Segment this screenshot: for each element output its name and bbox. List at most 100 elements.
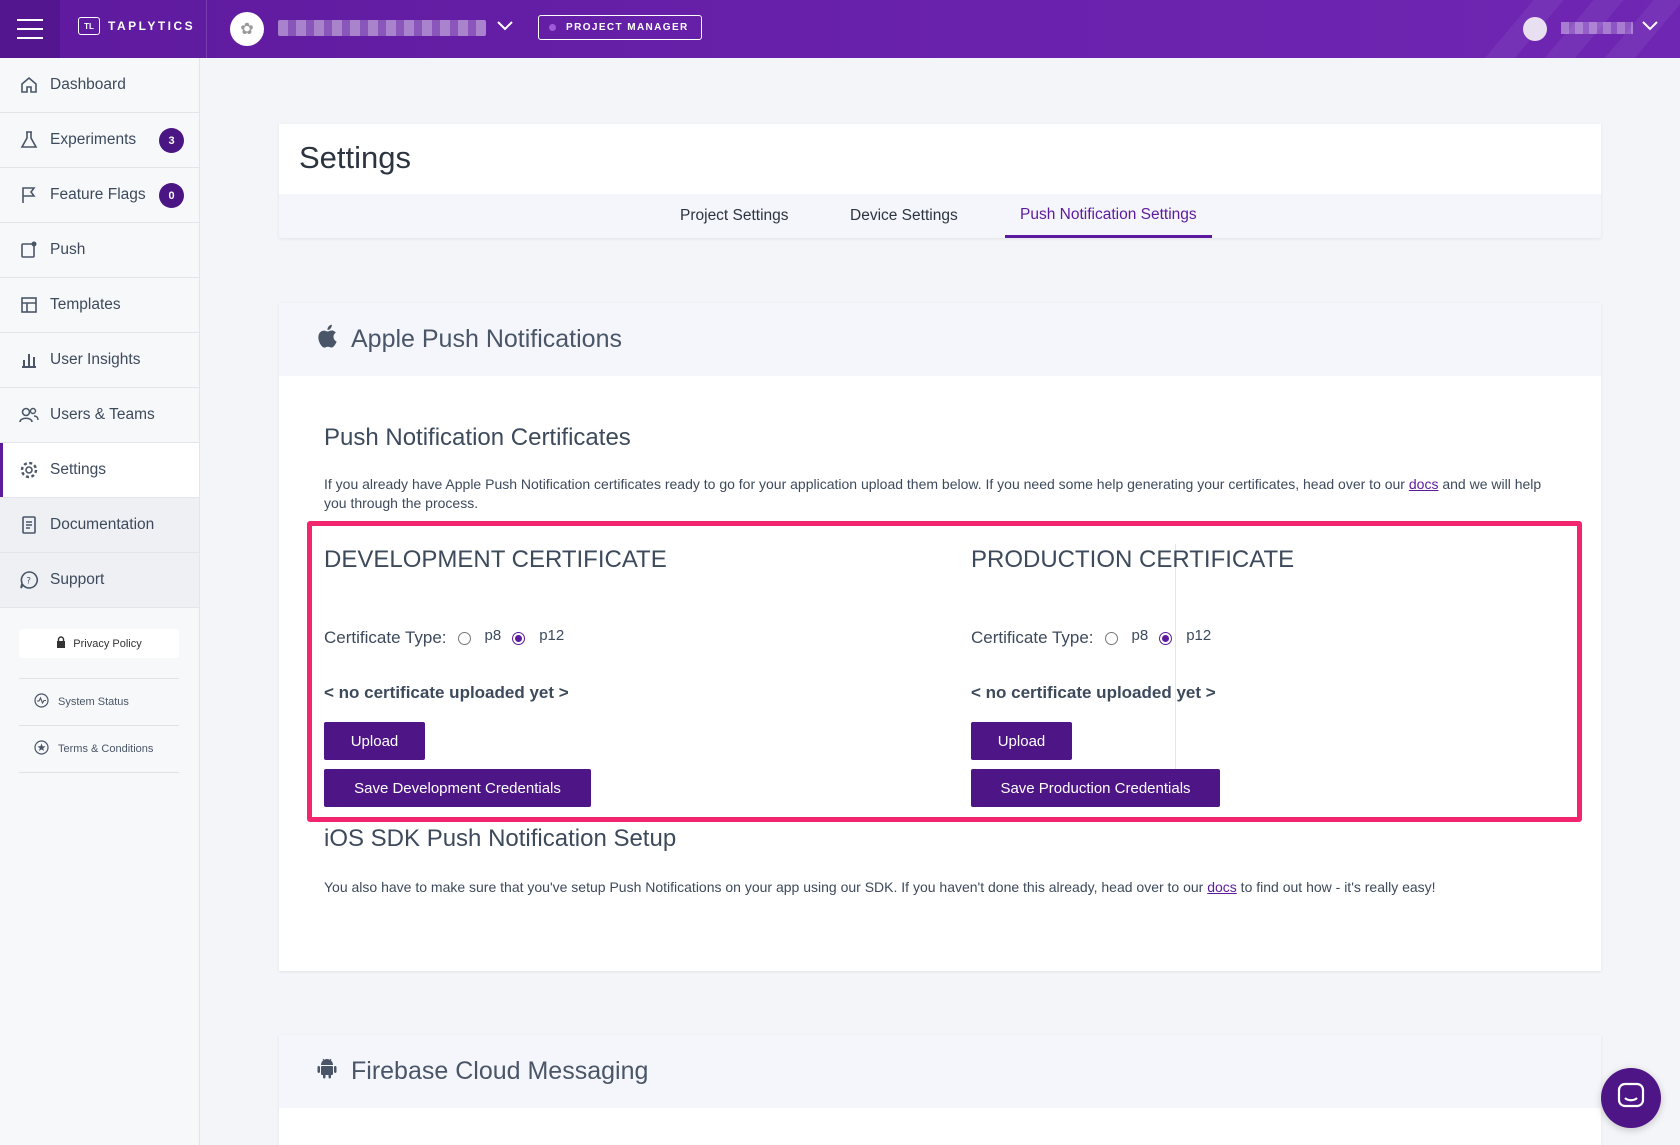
- sidebar-item-documentation[interactable]: Documentation: [0, 498, 199, 553]
- flask-icon: [18, 130, 40, 150]
- firebase-panel-header: Firebase Cloud Messaging: [279, 1035, 1601, 1108]
- document-icon: [18, 515, 40, 535]
- firebase-panel: Firebase Cloud Messaging: [279, 1035, 1601, 1145]
- template-icon: [18, 295, 40, 315]
- production-certificate-title: PRODUCTION CERTIFICATE: [971, 546, 1295, 573]
- save-development-credentials-button[interactable]: Save Development Credentials: [324, 769, 591, 807]
- android-icon: [317, 1057, 337, 1086]
- development-certificate-title: DEVELOPMENT CERTIFICATE: [324, 546, 667, 573]
- prod-p12-label[interactable]: p12: [1186, 627, 1211, 644]
- dev-upload-button[interactable]: Upload: [324, 722, 425, 760]
- apple-panel-title: Apple Push Notifications: [351, 325, 622, 353]
- feature-flags-count-badge: 0: [159, 183, 184, 208]
- sidebar-item-experiments[interactable]: Experiments 3: [0, 113, 199, 168]
- push-icon: [18, 240, 40, 260]
- users-icon: [18, 405, 40, 425]
- pulse-icon: [34, 693, 49, 711]
- page-title: Settings: [299, 140, 412, 175]
- certificate-type-label: Certificate Type:: [971, 628, 1094, 647]
- certificate-column-divider: [1175, 544, 1176, 806]
- system-status-label: System Status: [58, 696, 129, 708]
- prod-p8-label[interactable]: p8: [1132, 627, 1149, 644]
- save-production-credentials-button[interactable]: Save Production Credentials: [971, 769, 1220, 807]
- sdk-docs-link[interactable]: docs: [1207, 879, 1237, 895]
- star-badge-icon: [34, 740, 49, 758]
- terms-label: Terms & Conditions: [58, 743, 154, 755]
- sidebar-item-feature-flags[interactable]: Feature Flags 0: [0, 168, 199, 223]
- firebase-panel-title: Firebase Cloud Messaging: [351, 1057, 649, 1085]
- sidebar-item-label: Dashboard: [50, 76, 126, 93]
- apple-push-panel: Apple Push Notifications Push Notificati…: [279, 303, 1601, 971]
- sidebar-item-templates[interactable]: Templates: [0, 278, 199, 333]
- chevron-down-icon[interactable]: [1641, 16, 1659, 37]
- sidebar-item-label: Templates: [50, 296, 121, 313]
- certificate-type-label: Certificate Type:: [324, 628, 447, 647]
- apple-icon: [317, 324, 337, 355]
- lock-icon: [56, 636, 66, 651]
- bar-chart-icon: [18, 350, 40, 370]
- project-name-redacted[interactable]: [278, 20, 486, 36]
- privacy-policy-link[interactable]: Privacy Policy: [19, 629, 179, 658]
- chat-icon: [1617, 1082, 1645, 1115]
- sdk-setup-heading: iOS SDK Push Notification Setup: [324, 825, 677, 852]
- dev-p8-label[interactable]: p8: [485, 627, 502, 644]
- development-certificate-status: < no certificate uploaded yet >: [324, 683, 569, 702]
- sidebar-item-push[interactable]: Push: [0, 223, 199, 278]
- top-bar: TL TAPLYTICS ✿ PROJECT MANAGER: [0, 0, 1680, 58]
- flag-icon: [18, 185, 40, 205]
- sidebar-item-label: Documentation: [50, 516, 155, 533]
- production-certificate-status: < no certificate uploaded yet >: [971, 683, 1216, 702]
- privacy-policy-label: Privacy Policy: [73, 637, 142, 650]
- header-divider: [206, 0, 207, 58]
- prod-p8-radio[interactable]: [1104, 631, 1118, 645]
- sidebar-item-dashboard[interactable]: Dashboard: [0, 58, 199, 113]
- sdk-setup-description: You also have to make sure that you've s…: [324, 878, 1564, 897]
- certificates-description: If you already have Apple Push Notificat…: [324, 475, 1564, 513]
- settings-header-panel: Settings Project Settings Device Setting…: [279, 124, 1601, 238]
- apple-panel-header: Apple Push Notifications: [279, 303, 1601, 376]
- dev-p8-radio[interactable]: [457, 631, 471, 645]
- sidebar-item-label: Settings: [50, 461, 107, 478]
- brand-logo[interactable]: TL TAPLYTICS: [78, 17, 195, 35]
- sidebar: Dashboard Experiments 3 Feature Flags 0 …: [0, 58, 200, 1145]
- user-name-redacted[interactable]: [1561, 22, 1633, 34]
- development-certificate-type: Certificate Type: p8 p12: [324, 627, 564, 648]
- project-manager-label: PROJECT MANAGER: [566, 22, 689, 33]
- sidebar-item-label: Users & Teams: [50, 406, 155, 423]
- system-status-link[interactable]: System Status: [19, 679, 179, 726]
- hamburger-icon: [17, 19, 43, 39]
- tab-device-settings[interactable]: Device Settings: [850, 194, 958, 238]
- gear-icon: [18, 460, 40, 480]
- chevron-down-icon[interactable]: [496, 16, 514, 37]
- taplytics-logo-icon: TL: [78, 17, 100, 35]
- dev-p12-label[interactable]: p12: [539, 627, 564, 644]
- tab-push-notification-settings[interactable]: Push Notification Settings: [1005, 194, 1212, 238]
- prod-p12-radio[interactable]: [1159, 631, 1173, 645]
- sdk-text-2: to find out how - it's really easy!: [1236, 879, 1436, 895]
- status-dot-icon: [549, 24, 556, 31]
- project-manager-badge: PROJECT MANAGER: [538, 15, 702, 40]
- sidebar-item-settings[interactable]: Settings: [0, 443, 199, 498]
- user-avatar[interactable]: [1523, 17, 1547, 41]
- certificates-text-1: If you already have Apple Push Notificat…: [324, 476, 1409, 492]
- brand-name: TAPLYTICS: [108, 19, 196, 33]
- dev-p12-radio[interactable]: [512, 631, 526, 645]
- sidebar-item-label: Support: [50, 571, 105, 588]
- project-avatar[interactable]: ✿: [230, 12, 264, 46]
- menu-button[interactable]: [0, 0, 60, 58]
- terms-link[interactable]: Terms & Conditions: [19, 726, 179, 773]
- sidebar-item-label: Push: [50, 241, 86, 258]
- docs-link[interactable]: docs: [1409, 476, 1439, 492]
- sidebar-item-support[interactable]: ? Support: [0, 553, 199, 608]
- prod-upload-button[interactable]: Upload: [971, 722, 1072, 760]
- experiments-count-badge: 3: [159, 128, 184, 153]
- sidebar-item-label: User Insights: [50, 351, 141, 368]
- sidebar-item-users-teams[interactable]: Users & Teams: [0, 388, 199, 443]
- chat-support-button[interactable]: [1601, 1068, 1661, 1128]
- home-icon: [18, 75, 40, 95]
- tab-project-settings[interactable]: Project Settings: [680, 194, 789, 238]
- help-bubble-icon: ?: [18, 570, 40, 590]
- svg-text:?: ?: [26, 577, 31, 587]
- sidebar-item-label: Feature Flags: [50, 186, 146, 203]
- sidebar-item-user-insights[interactable]: User Insights: [0, 333, 199, 388]
